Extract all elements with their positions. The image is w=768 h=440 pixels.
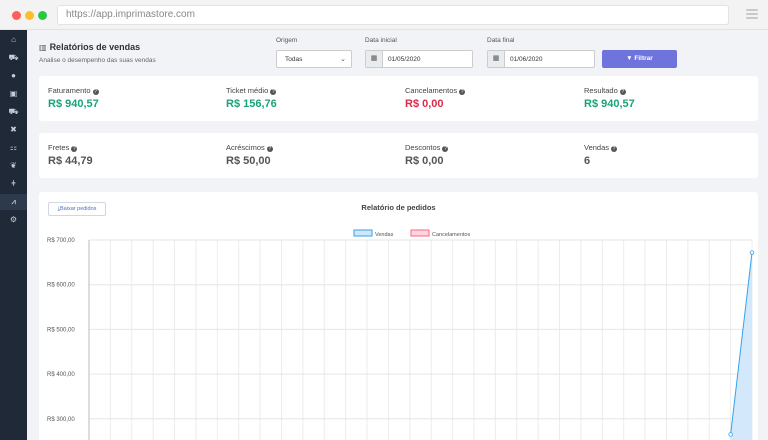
plug-icon[interactable]: ǂ xyxy=(0,176,27,192)
metric-fretes: Fretes? R$ 44,79 xyxy=(48,143,93,167)
sidebar: ⌂ ⛟ ● ▣ ⛟ ✖ ⚏ ❦ ǂ ⩘ ⚙ xyxy=(0,30,27,440)
calendar-icon: ▦ xyxy=(488,51,505,67)
y-tick-label: R$ 600,00 xyxy=(47,283,75,289)
chart-line-icon[interactable]: ⩘ xyxy=(0,194,27,210)
metric-value: R$ 940,57 xyxy=(584,98,635,110)
metric-label: Cancelamentos xyxy=(405,86,458,95)
data-inicial-value: 01/05/2020 xyxy=(388,56,421,63)
data-inicial-label: Data inicial xyxy=(365,37,397,44)
sitemap-icon[interactable]: ⚏ xyxy=(0,140,27,156)
maximize-window-button[interactable] xyxy=(38,11,47,20)
minimize-window-button[interactable] xyxy=(25,11,34,20)
help-icon[interactable]: ? xyxy=(92,89,99,95)
filter-button[interactable]: ▼ Filtrar xyxy=(602,50,677,68)
truck-icon[interactable]: ⛟ xyxy=(0,104,27,120)
legend-label: Vendas xyxy=(375,232,394,238)
calendar-icon: ▦ xyxy=(366,51,383,67)
data-inicial-input[interactable]: ▦ 01/05/2020 xyxy=(365,50,473,68)
metric-value: 6 xyxy=(584,155,591,167)
metric-label: Faturamento xyxy=(48,86,91,95)
y-tick-label: R$ 700,00 xyxy=(47,238,75,244)
metric-value: R$ 940,57 xyxy=(48,98,99,110)
y-tick-label: R$ 500,00 xyxy=(47,327,75,333)
help-icon[interactable]: ? xyxy=(71,146,78,152)
data-point-vendas xyxy=(728,432,733,437)
address-bar[interactable]: https://app.imprimastore.com xyxy=(57,5,729,25)
page-subtitle: Analise o desempenho das suas vendas xyxy=(39,57,156,64)
help-icon[interactable]: ? xyxy=(459,89,466,95)
help-icon[interactable]: ? xyxy=(611,146,618,152)
y-tick-label: R$ 400,00 xyxy=(47,372,75,378)
metric-value: R$ 50,00 xyxy=(226,155,271,167)
metric-faturamento: Faturamento? R$ 940,57 xyxy=(48,86,99,110)
browser-chrome: https://app.imprimastore.com xyxy=(0,0,768,30)
help-icon[interactable]: ? xyxy=(270,89,277,95)
metric-resultado: Resultado? R$ 940,57 xyxy=(584,86,635,110)
bar-chart-icon: ▥ xyxy=(39,43,47,52)
metric-label: Fretes xyxy=(48,143,70,152)
main-content: ▥ Relatórios de vendas Analise o desempen… xyxy=(27,30,768,440)
metric-label: Vendas xyxy=(584,143,610,152)
help-icon[interactable]: ? xyxy=(266,146,273,152)
hamburger-menu-icon[interactable] xyxy=(746,9,758,19)
home-icon[interactable]: ⌂ xyxy=(0,32,27,48)
metric-value: R$ 156,76 xyxy=(226,98,277,110)
chevron-down-icon: ⌄ xyxy=(340,56,346,63)
legend-label: Cancelamentos xyxy=(432,232,470,238)
metric-ticket-medio: Ticket médio? R$ 156,76 xyxy=(226,86,277,110)
page-title-text: Relatórios de vendas xyxy=(49,42,141,52)
origem-label: Origem xyxy=(276,37,298,44)
tools-icon[interactable]: ✖ xyxy=(0,122,27,138)
metric-value: R$ 44,79 xyxy=(48,155,93,167)
box-icon[interactable]: ▣ xyxy=(0,86,27,102)
help-icon[interactable]: ? xyxy=(442,146,449,152)
metric-cancelamentos: Cancelamentos? R$ 0,00 xyxy=(405,86,466,110)
origem-select-value: Todas xyxy=(285,56,303,63)
leaf-icon[interactable]: ❦ xyxy=(0,158,27,174)
legend-swatch xyxy=(353,229,373,237)
cart-icon[interactable]: ⛟ xyxy=(0,50,27,66)
data-final-input[interactable]: ▦ 01/06/2020 xyxy=(487,50,595,68)
help-icon[interactable]: ? xyxy=(619,89,626,95)
metric-label: Descontos xyxy=(405,143,441,152)
filter-button-label: Filtrar xyxy=(634,55,653,62)
metric-vendas: Vendas? 6 xyxy=(584,143,618,167)
data-point-vendas xyxy=(749,250,755,255)
y-tick-label: R$ 300,00 xyxy=(47,417,75,423)
metric-acrescimos: Acréscimos? R$ 50,00 xyxy=(226,143,273,167)
data-final-value: 01/06/2020 xyxy=(510,56,543,63)
metric-label: Resultado xyxy=(584,86,618,95)
metric-label: Acréscimos xyxy=(226,143,265,152)
cogs-icon[interactable]: ⚙ xyxy=(0,212,27,228)
close-window-button[interactable] xyxy=(12,11,21,20)
metric-label: Ticket médio xyxy=(226,86,269,95)
metrics-card-primary: Faturamento? R$ 940,57 Ticket médio? R$ … xyxy=(39,76,758,121)
origem-select[interactable]: Todas ⌄ xyxy=(276,50,352,68)
data-final-label: Data final xyxy=(487,37,515,44)
page-title: ▥ Relatórios de vendas xyxy=(39,42,140,52)
orders-line-chart: R$ 700,00 R$ 600,00 R$ 500,00 R$ 400,00 R$ 3… xyxy=(47,229,755,440)
metrics-card-secondary: Fretes? R$ 44,79 Acréscimos? R$ 50,00 De… xyxy=(39,133,758,178)
legend-swatch xyxy=(410,229,430,237)
chart-card: Relatório de pedidos ⤓Baixar pedidos R$ … xyxy=(39,192,758,440)
user-icon[interactable]: ● xyxy=(0,68,27,84)
metric-value: R$ 0,00 xyxy=(405,155,444,167)
metric-value: R$ 0,00 xyxy=(405,98,444,110)
page-header: ▥ Relatórios de vendas Analise o desempen… xyxy=(27,30,768,74)
metric-descontos: Descontos? R$ 0,00 xyxy=(405,143,449,167)
